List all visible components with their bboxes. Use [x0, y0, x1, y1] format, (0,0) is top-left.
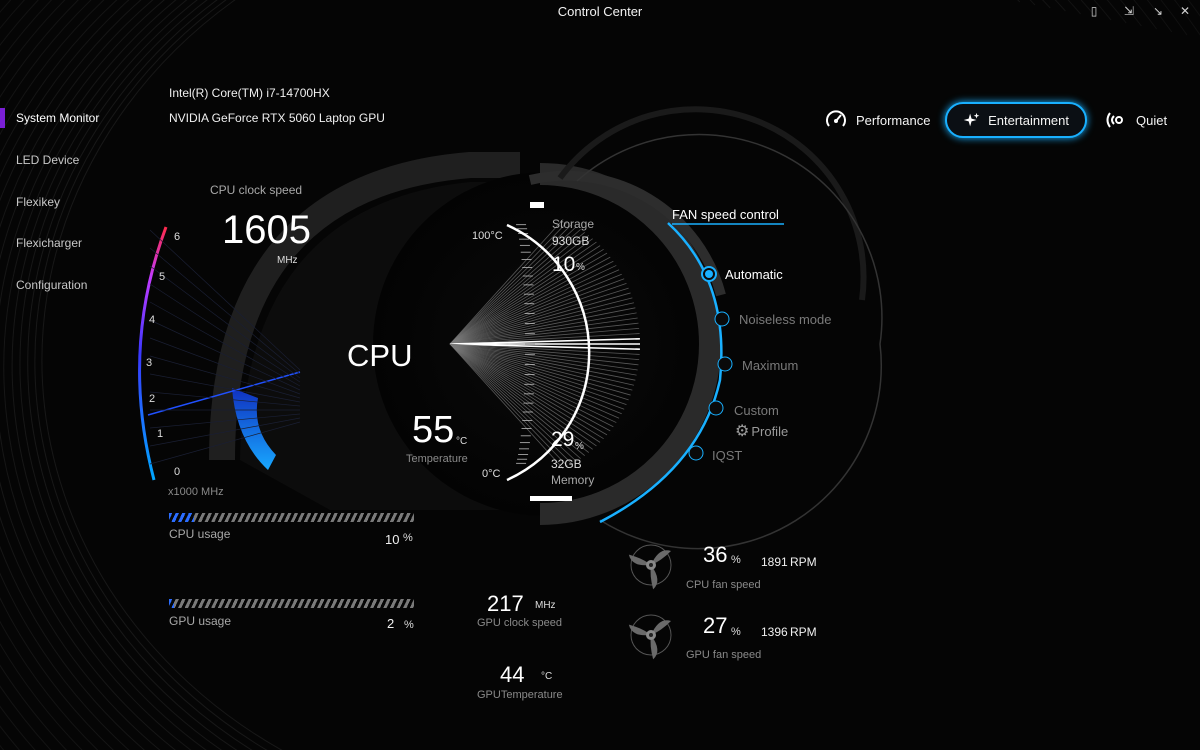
sidebar-item-system-monitor[interactable]: System Monitor	[0, 98, 150, 138]
fan-option-maximum-radio[interactable]	[716, 355, 734, 373]
mode-label: Performance	[856, 112, 931, 128]
cpu-usage-value: 10	[385, 532, 400, 547]
cpu-center-label: CPU	[347, 338, 413, 373]
storage-indicator	[530, 202, 544, 208]
fan-option-automatic[interactable]: Automatic	[725, 267, 783, 282]
title-bar: Control Center ▯ ⇲ ↘ ✕	[0, 0, 1200, 24]
gpu-usage-unit: %	[404, 619, 414, 631]
cpu-fan-icon	[628, 544, 672, 590]
cpu-fan-rpm-unit: RPM	[790, 555, 817, 569]
gpu-name: NVIDIA GeForce RTX 5060 Laptop GPU	[169, 111, 385, 125]
gpu-temp-label: GPUTemperature	[477, 689, 563, 701]
cpu-clock-value: 1605	[222, 208, 311, 252]
scale-tick: 5	[159, 271, 166, 283]
sidebar-item-configuration[interactable]: Configuration	[0, 265, 150, 305]
close-icon[interactable]: ✕	[1174, 3, 1196, 19]
sidebar-item-label: Flexicharger	[16, 236, 83, 250]
cpu-temp-value: 55	[412, 409, 455, 451]
sparkle-icon	[963, 112, 980, 127]
cpu-usage-bar-fill	[169, 513, 194, 522]
sidebar-item-flexicharger[interactable]: Flexicharger	[0, 223, 150, 263]
memory-size: 32GB	[551, 457, 582, 471]
sidebar-item-label: System Monitor	[16, 111, 100, 125]
minimize-icon[interactable]: ↘	[1147, 3, 1169, 19]
fan-option-automatic-radio[interactable]	[700, 265, 718, 283]
sidebar-item-label: Configuration	[16, 278, 88, 292]
cpu-fan-unit: %	[731, 554, 741, 566]
temp-max-label: 100°C	[472, 230, 503, 242]
gpu-fan-icon	[628, 614, 672, 660]
memory-indicator	[530, 496, 572, 501]
gpu-usage-bar	[169, 599, 414, 608]
fan-control-title: FAN speed control	[672, 207, 779, 222]
scale-tick: 4	[149, 314, 156, 326]
gpu-fan-rpm-unit: RPM	[790, 625, 817, 639]
gpu-usage-value: 2	[387, 616, 395, 631]
cpu-clock-unit: MHz	[277, 255, 298, 266]
temp-min-label: 0°C	[482, 468, 501, 480]
mode-label: Quiet	[1136, 112, 1168, 128]
quiet-waves-icon	[1106, 112, 1123, 128]
memory-unit: %	[575, 441, 584, 452]
gpu-fan-unit: %	[731, 626, 741, 638]
memory-value: 29	[551, 428, 575, 451]
cpu-fan-label: CPU fan speed	[686, 579, 761, 591]
mode-label: Entertainment	[988, 112, 1069, 128]
gpu-clock-label: GPU clock speed	[477, 617, 562, 629]
cpu-name: Intel(R) Core(TM) i7-14700HX	[169, 86, 330, 100]
scale-tick: 2	[149, 393, 156, 405]
fan-option-noiseless[interactable]: Noiseless mode	[739, 312, 832, 327]
speedometer-icon	[826, 110, 846, 127]
gpu-clock-value: 217	[487, 591, 524, 616]
fan-option-iqst-radio[interactable]	[687, 444, 705, 462]
cpu-temp-unit: °C	[456, 436, 468, 447]
cpu-usage-bar	[169, 513, 414, 522]
storage-value: 10	[552, 253, 576, 276]
scale-unit: x1000 MHz	[168, 486, 224, 498]
cpu-usage-label: CPU usage	[169, 527, 231, 541]
gpu-clock-unit: MHz	[535, 600, 556, 611]
help-icon[interactable]: ▯	[1083, 3, 1105, 19]
scale-tick: 0	[174, 466, 181, 478]
window-title: Control Center	[557, 4, 643, 19]
fan-option-custom[interactable]: Custom	[734, 403, 779, 418]
cpu-temp-label: Temperature	[406, 453, 468, 465]
gpu-fan-value: 27	[703, 613, 728, 638]
storage-label: Storage	[552, 217, 595, 231]
gear-icon: ⚙	[735, 423, 750, 440]
sidebar-item-flexikey[interactable]: Flexikey	[0, 182, 150, 222]
cpu-fan-value: 36	[703, 542, 728, 567]
cpu-fan-rpm: 1891	[761, 555, 788, 569]
active-indicator	[0, 108, 5, 128]
restore-icon[interactable]: ⇲	[1118, 3, 1140, 19]
memory-label: Memory	[551, 473, 595, 487]
sidebar-item-label: LED Device	[16, 153, 80, 167]
gpu-usage-bar-fill	[169, 599, 174, 608]
mode-quiet-button[interactable]: Quiet	[1104, 102, 1167, 138]
gpu-fan-rpm: 1396	[761, 625, 788, 639]
cpu-usage-unit: %	[403, 532, 413, 544]
mode-performance-button[interactable]: Performance	[824, 102, 930, 138]
profile-button[interactable]: ⚙ Profile	[735, 421, 788, 441]
scale-tick: 1	[157, 428, 164, 440]
gpu-temp-value: 44	[500, 662, 525, 687]
sidebar-item-label: Flexikey	[16, 195, 61, 209]
sidebar-item-led-device[interactable]: LED Device	[0, 140, 150, 180]
scale-tick: 3	[146, 357, 153, 369]
profile-label: Profile	[751, 423, 789, 439]
storage-size: 930GB	[552, 234, 590, 248]
fan-option-noiseless-radio[interactable]	[713, 310, 731, 328]
fan-option-iqst[interactable]: IQST	[712, 448, 742, 463]
mode-entertainment-button[interactable]: Entertainment	[945, 102, 1087, 138]
gpu-fan-label: GPU fan speed	[686, 649, 762, 661]
cpu-clock-label: CPU clock speed	[210, 183, 303, 197]
gpu-temp-unit: °C	[541, 671, 553, 682]
fan-option-maximum[interactable]: Maximum	[742, 358, 798, 373]
scale-tick: 6	[174, 231, 181, 243]
gpu-usage-label: GPU usage	[169, 614, 232, 628]
fan-option-custom-radio[interactable]	[707, 399, 725, 417]
storage-unit: %	[576, 262, 585, 273]
